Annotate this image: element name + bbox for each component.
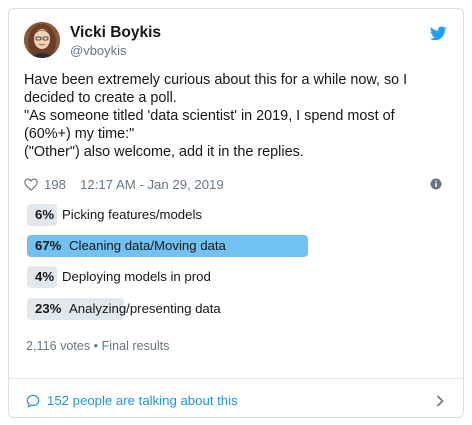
tweet-line: (60%+) my time:" [24,126,135,142]
tweet-meta: 198 12:17 AM - Jan 29, 2019 [24,175,224,193]
tweet-text: Have been extremely curious about this f… [24,71,444,161]
talking-about-text: 152 people are talking about this [47,393,238,408]
tweet-line: Have been extremely curious about this f… [24,72,408,88]
poll-percentage: 67% [35,238,62,253]
timestamp[interactable]: 12:17 AM - Jan 29, 2019 [80,177,224,192]
display-name[interactable]: Vicki Boykis [70,24,161,42]
poll-percentage: 6% [35,207,55,222]
poll-option-label: Deploying models in prod [62,269,211,284]
like-count[interactable]: 198 [44,177,66,192]
tweet-line: "As someone titled 'data scientist' in 2… [24,108,395,124]
avatar[interactable] [24,22,60,58]
user-handle[interactable]: @vboykis [70,43,127,58]
talking-about-link[interactable]: 152 people are talking about this [26,393,238,408]
poll-results: 2,116 votes • Final results [26,339,170,353]
poll-option-label: Analyzing/presenting data [69,301,221,316]
divider [8,378,464,379]
heart-icon[interactable] [24,178,38,191]
speech-bubble-icon [26,394,40,408]
chevron-right-icon[interactable] [436,395,444,407]
poll-option-label: Picking features/models [62,207,203,222]
twitter-bird-icon[interactable] [430,26,447,41]
poll-percentage: 23% [35,301,62,316]
poll-percentage: 4% [35,269,55,284]
tweet-line: decided to create a poll. [24,90,177,106]
info-icon[interactable] [430,178,442,190]
tweet-line: ("Other") also welcome, add it in the re… [24,144,304,160]
poll-option-label: Cleaning data/Moving data [69,238,226,253]
